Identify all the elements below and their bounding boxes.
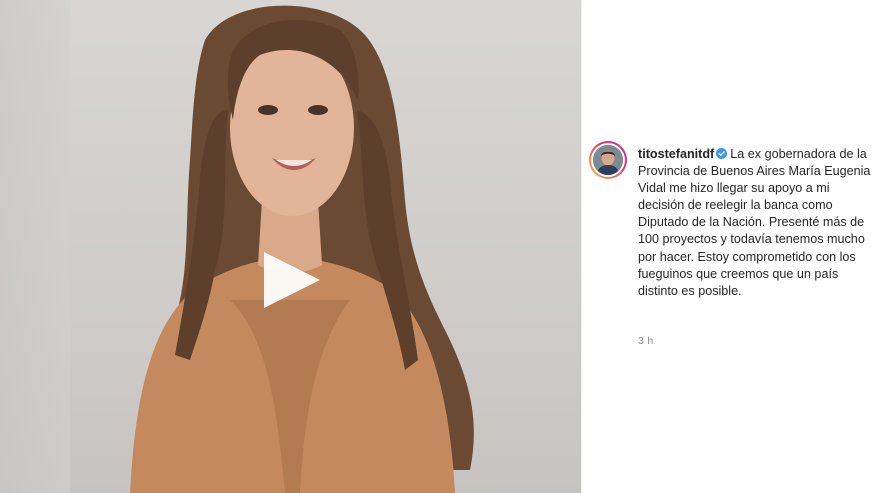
avatar-photo	[593, 145, 623, 175]
post-timestamp[interactable]: 3 h	[638, 335, 654, 347]
verified-badge-icon	[716, 148, 728, 159]
play-icon	[264, 252, 320, 308]
avatar-image	[593, 145, 623, 175]
video-frame-person	[130, 5, 474, 493]
video-player[interactable]	[0, 0, 581, 493]
play-button[interactable]	[258, 248, 328, 318]
post-caption-panel: titostefanitdf La ex gobernadora de la Pr…	[581, 0, 880, 493]
caption-text: La ex gobernadora de la Provincia de Bue…	[638, 147, 871, 298]
username-link[interactable]: titostefanitdf	[638, 147, 714, 161]
avatar-ring	[591, 143, 625, 177]
avatar[interactable]	[589, 141, 627, 179]
post-caption: titostefanitdf La ex gobernadora de la Pr…	[638, 146, 874, 300]
